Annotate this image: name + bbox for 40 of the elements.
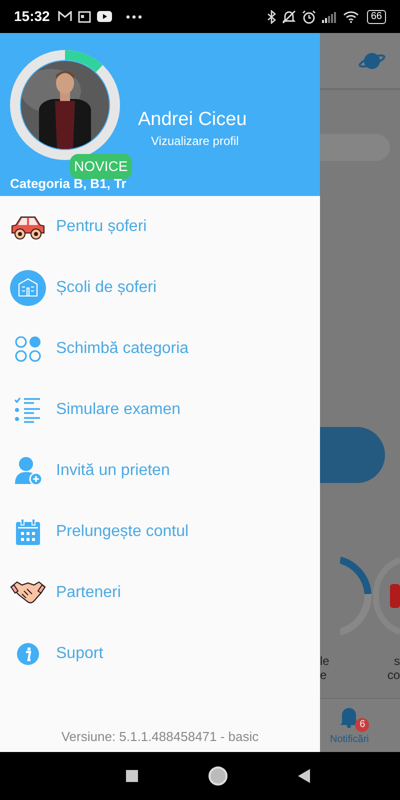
menu-item[interactable]: Prelungește contul bbox=[0, 501, 320, 562]
menu-item[interactable]: Schimbă categoria bbox=[0, 318, 320, 379]
card-text: le bbox=[320, 654, 330, 668]
bluetooth-icon bbox=[266, 10, 276, 24]
back-icon[interactable] bbox=[298, 769, 310, 783]
calendar-icon bbox=[16, 518, 40, 544]
recent-apps-icon[interactable] bbox=[126, 770, 138, 782]
menu-item[interactable]: Parteneri bbox=[0, 562, 320, 623]
add-user-icon bbox=[14, 456, 42, 486]
home-icon[interactable] bbox=[208, 766, 228, 786]
checklist-icon bbox=[14, 396, 42, 422]
grid-dots-icon bbox=[14, 334, 42, 362]
notification-badge: 6 bbox=[355, 718, 370, 732]
card-text: co bbox=[387, 668, 400, 682]
handshake-icon bbox=[10, 578, 46, 606]
wifi-icon bbox=[342, 10, 359, 22]
card-text: s bbox=[394, 654, 400, 668]
nav-tab[interactable]: 6 Notificări bbox=[330, 706, 369, 747]
info-icon bbox=[17, 642, 39, 664]
profile-name: Andrei Ciceu bbox=[138, 108, 247, 132]
bell-off-icon bbox=[282, 10, 296, 24]
profile-link[interactable]: Vizualizare profil bbox=[151, 132, 247, 150]
car-icon bbox=[10, 214, 46, 240]
menu-item[interactable]: Pentru șoferi bbox=[0, 196, 320, 257]
menu-item[interactable]: Școli de șoferi bbox=[0, 257, 320, 318]
more-icon bbox=[126, 14, 142, 18]
status-time: 15:32 bbox=[14, 7, 50, 26]
calendar-icon bbox=[78, 10, 91, 22]
level-badge: NOVICE bbox=[70, 154, 132, 179]
signal-icon bbox=[322, 10, 337, 22]
building-icon bbox=[10, 270, 46, 306]
mail-icon bbox=[58, 11, 72, 22]
menu-item[interactable]: Simulare examen bbox=[0, 379, 320, 440]
menu-item[interactable]: Invită un prieten bbox=[0, 440, 320, 501]
battery-indicator: 66 bbox=[366, 10, 386, 24]
version-label: Versiune: 5.1.1.488458471 - basic bbox=[60, 728, 260, 746]
alarm-icon bbox=[302, 10, 316, 24]
card-text: e bbox=[320, 668, 327, 682]
video-icon bbox=[96, 11, 112, 22]
menu-item[interactable]: Suport bbox=[0, 623, 320, 684]
